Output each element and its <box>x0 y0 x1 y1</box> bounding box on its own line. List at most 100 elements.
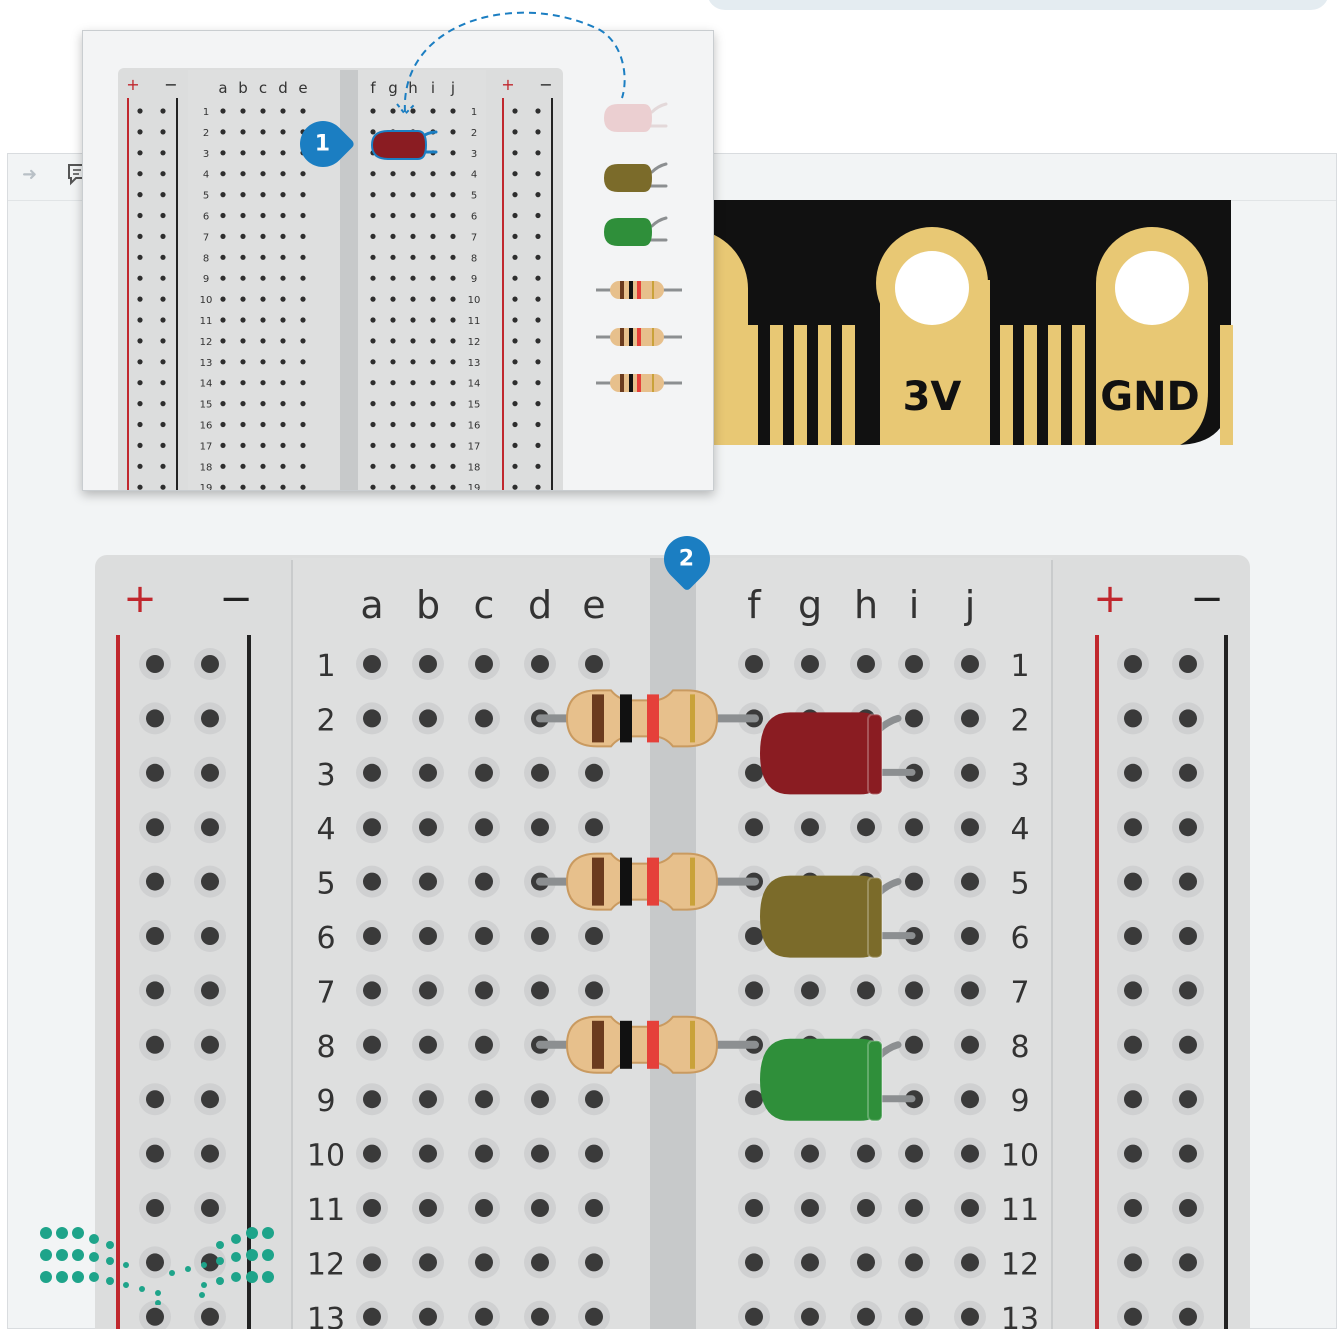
breadboard-hole[interactable] <box>524 811 556 844</box>
breadboard-hole[interactable] <box>412 811 444 844</box>
breadboard-hole[interactable] <box>356 756 388 789</box>
breadboard-hole[interactable] <box>412 648 444 680</box>
breadboard-hole[interactable] <box>794 1246 826 1279</box>
breadboard-hole[interactable] <box>578 1246 610 1279</box>
breadboard-hole[interactable] <box>954 865 986 898</box>
breadboard-hole[interactable] <box>1172 756 1204 789</box>
breadboard-hole[interactable] <box>468 1246 500 1279</box>
breadboard-hole[interactable] <box>139 1192 171 1224</box>
breadboard-hole[interactable] <box>356 1083 388 1116</box>
breadboard-hole[interactable] <box>738 1192 770 1224</box>
breadboard-hole[interactable] <box>468 1083 500 1116</box>
breadboard-hole[interactable] <box>412 920 444 952</box>
breadboard-hole[interactable] <box>524 1246 556 1279</box>
breadboard-hole[interactable] <box>356 811 388 844</box>
breadboard-hole[interactable] <box>898 702 930 735</box>
breadboard-hole[interactable] <box>954 648 986 680</box>
breadboard-hole[interactable] <box>898 811 930 844</box>
breadboard-hole[interactable] <box>194 702 226 735</box>
breadboard-hole[interactable] <box>850 1246 882 1279</box>
breadboard-hole[interactable] <box>794 974 826 1007</box>
breadboard-hole[interactable] <box>139 920 171 952</box>
breadboard-hole[interactable] <box>412 1246 444 1279</box>
breadboard-hole[interactable] <box>1172 1137 1204 1170</box>
breadboard-hole[interactable] <box>1117 974 1149 1007</box>
breadboard-hole[interactable] <box>194 648 226 680</box>
breadboard-hole[interactable] <box>468 756 500 789</box>
breadboard-hole[interactable] <box>738 811 770 844</box>
breadboard-hole[interactable] <box>194 1028 226 1061</box>
breadboard-hole[interactable] <box>194 1192 226 1224</box>
breadboard-hole[interactable] <box>1117 1192 1149 1224</box>
breadboard-hole[interactable] <box>1172 920 1204 952</box>
breadboard-hole[interactable] <box>954 1083 986 1116</box>
breadboard-hole[interactable] <box>412 756 444 789</box>
breadboard-hole[interactable] <box>1117 811 1149 844</box>
palette-green-led[interactable] <box>604 216 668 246</box>
breadboard-hole[interactable] <box>356 1028 388 1061</box>
palette-red-led-ghost[interactable] <box>604 102 668 132</box>
breadboard-hole[interactable] <box>954 1137 986 1170</box>
breadboard-hole[interactable] <box>954 1192 986 1224</box>
breadboard-hole[interactable] <box>578 920 610 952</box>
breadboard-hole[interactable] <box>139 974 171 1007</box>
breadboard-hole[interactable] <box>1172 1192 1204 1224</box>
breadboard-hole[interactable] <box>139 811 171 844</box>
breadboard-hole[interactable] <box>738 974 770 1007</box>
breadboard-hole[interactable] <box>1117 648 1149 680</box>
breadboard-hole[interactable] <box>1117 756 1149 789</box>
breadboard-hole[interactable] <box>524 1083 556 1116</box>
breadboard-hole[interactable] <box>194 1083 226 1116</box>
breadboard-hole[interactable] <box>139 1083 171 1116</box>
breadboard-hole[interactable] <box>139 865 171 898</box>
breadboard-hole[interactable] <box>139 648 171 680</box>
breadboard-hole[interactable] <box>850 811 882 844</box>
breadboard-hole[interactable] <box>898 1246 930 1279</box>
breadboard-hole[interactable] <box>412 865 444 898</box>
breadboard-hole[interactable] <box>356 974 388 1007</box>
breadboard-hole[interactable] <box>1117 702 1149 735</box>
breadboard-hole[interactable] <box>738 1246 770 1279</box>
breadboard-hole[interactable] <box>850 974 882 1007</box>
breadboard-hole[interactable] <box>1117 1083 1149 1116</box>
breadboard-hole[interactable] <box>1172 648 1204 680</box>
breadboard-hole[interactable] <box>412 974 444 1007</box>
breadboard-hole[interactable] <box>850 648 882 680</box>
breadboard-hole[interactable] <box>468 1137 500 1170</box>
breadboard-hole[interactable] <box>898 648 930 680</box>
breadboard-hole[interactable] <box>1117 1246 1149 1279</box>
breadboard-hole[interactable] <box>578 1137 610 1170</box>
palette-resistor[interactable] <box>596 328 682 346</box>
breadboard-hole[interactable] <box>356 702 388 735</box>
breadboard-hole[interactable] <box>412 1028 444 1061</box>
breadboard-hole[interactable] <box>1117 865 1149 898</box>
breadboard-hole[interactable] <box>1172 974 1204 1007</box>
breadboard-hole[interactable] <box>468 1192 500 1224</box>
breadboard-hole[interactable] <box>794 1192 826 1224</box>
breadboard-hole[interactable] <box>468 865 500 898</box>
breadboard-hole[interactable] <box>954 1028 986 1061</box>
breadboard-hole[interactable] <box>412 1192 444 1224</box>
breadboard-hole[interactable] <box>738 648 770 680</box>
breadboard-hole[interactable] <box>738 1137 770 1170</box>
breadboard-hole[interactable] <box>898 974 930 1007</box>
breadboard-hole[interactable] <box>898 1028 930 1061</box>
breadboard-hole[interactable] <box>578 648 610 680</box>
breadboard-hole[interactable] <box>794 811 826 844</box>
breadboard-hole[interactable] <box>139 1137 171 1170</box>
breadboard-hole[interactable] <box>1172 811 1204 844</box>
breadboard-hole[interactable] <box>356 648 388 680</box>
breadboard-hole[interactable] <box>1117 920 1149 952</box>
breadboard-hole[interactable] <box>524 1192 556 1224</box>
breadboard-hole[interactable] <box>578 1083 610 1116</box>
breadboard-hole[interactable] <box>578 811 610 844</box>
breadboard-hole[interactable] <box>139 1028 171 1061</box>
breadboard-hole[interactable] <box>524 920 556 952</box>
breadboard-hole[interactable] <box>356 1137 388 1170</box>
breadboard-hole[interactable] <box>468 1028 500 1061</box>
breadboard-hole[interactable] <box>954 920 986 952</box>
breadboard-hole[interactable] <box>412 1137 444 1170</box>
palette-resistor[interactable] <box>596 374 682 392</box>
breadboard-hole[interactable] <box>356 865 388 898</box>
breadboard-hole[interactable] <box>850 1192 882 1224</box>
